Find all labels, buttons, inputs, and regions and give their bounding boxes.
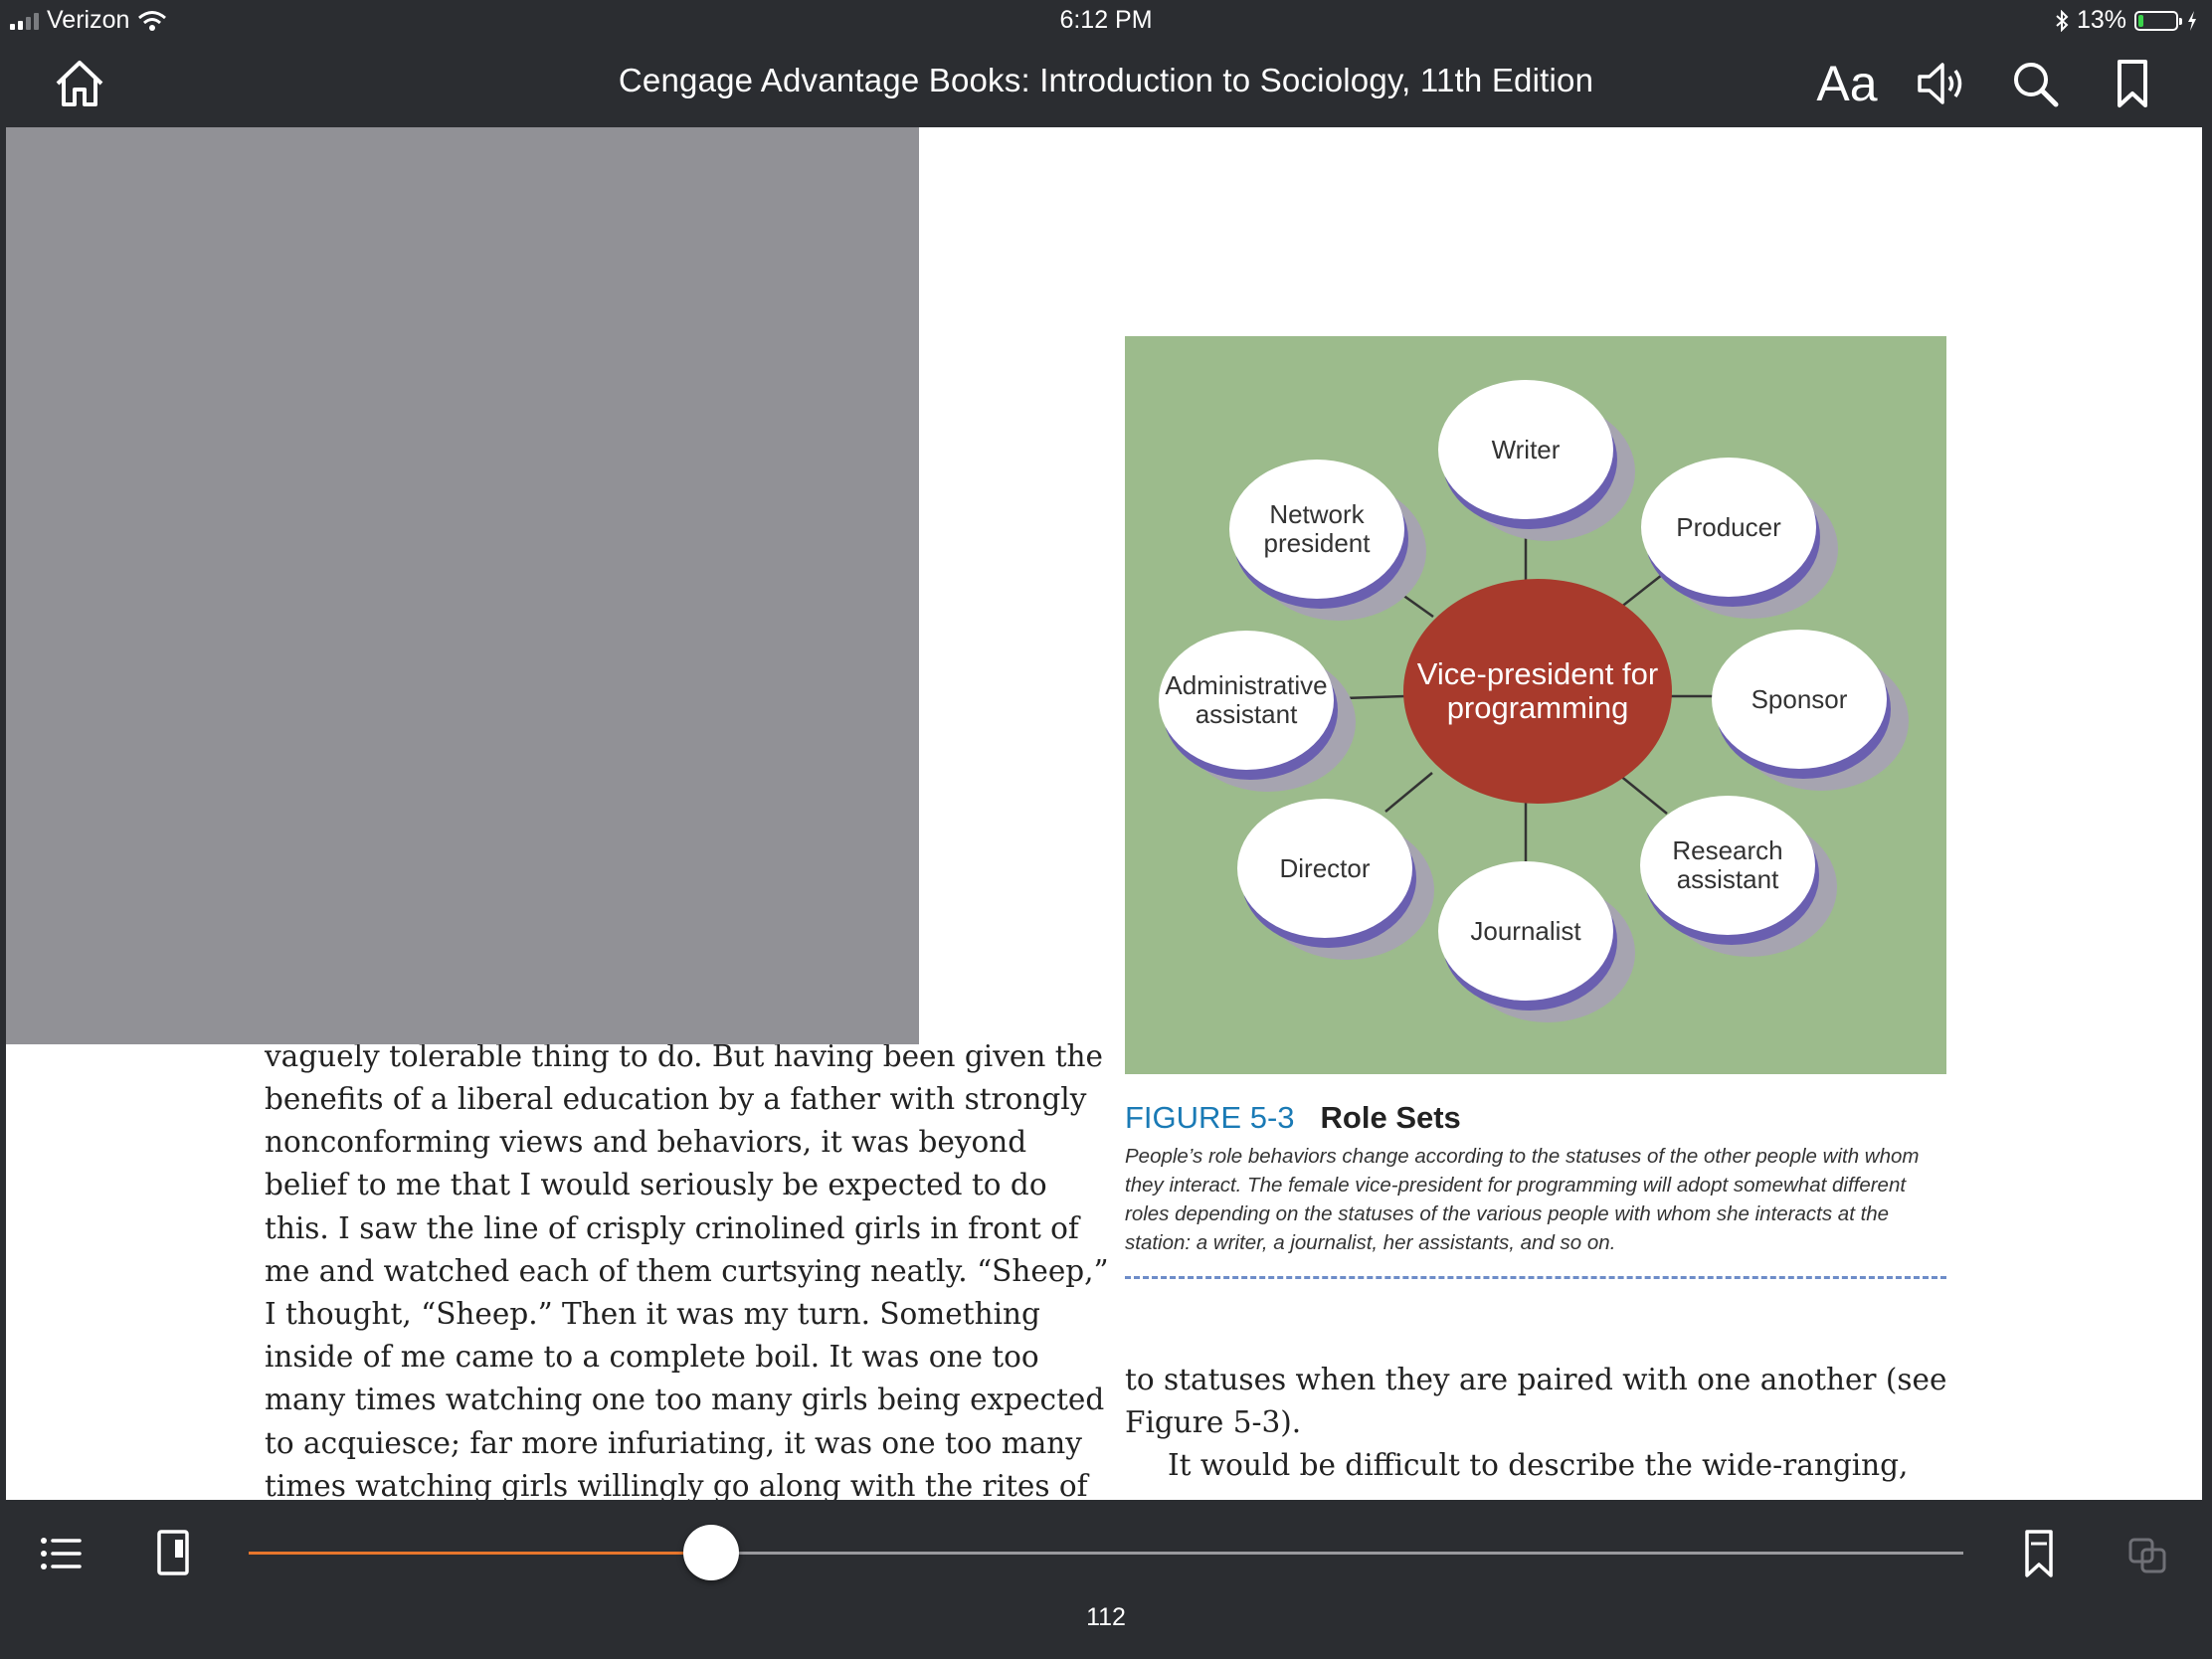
font-settings-button[interactable]: Aa xyxy=(1812,56,1882,111)
navigation-bar: 112 xyxy=(0,1500,2212,1659)
text-line: me and watched each of them curtsying ne… xyxy=(265,1253,1109,1288)
text-line: It would be difficult to describe the wi… xyxy=(1168,1448,1909,1483)
speaker-icon[interactable] xyxy=(1914,56,1967,111)
slider-progress xyxy=(249,1552,712,1555)
bookmark-icon[interactable] xyxy=(2115,56,2150,111)
text-line: Figure 5-3). xyxy=(1125,1405,1302,1440)
text-line: this. I saw the line of crisply crinolin… xyxy=(265,1210,1079,1245)
role-sets-diagram: Writer Producer Sponsor Research assista… xyxy=(1125,336,1946,1074)
role-producer: Producer xyxy=(1641,458,1816,597)
text-line: belief to me that I would seriously be e… xyxy=(265,1168,1047,1202)
text-line: nonconforming views and behaviors, it wa… xyxy=(265,1125,1027,1160)
figure-title: Role Sets xyxy=(1320,1100,1461,1135)
center-role: Vice-president for programming xyxy=(1403,579,1672,804)
role-journalist: Journalist xyxy=(1438,861,1613,1001)
role-director: Director xyxy=(1237,799,1412,938)
right-text-column: to statuses when they are paired with on… xyxy=(1125,1359,1946,1488)
role-network-president: Network president xyxy=(1229,460,1404,599)
bookmarks-list-icon[interactable] xyxy=(2011,1526,2067,1581)
role-sponsor: Sponsor xyxy=(1712,630,1887,769)
page-slider[interactable] xyxy=(249,1525,1963,1580)
charging-icon xyxy=(2188,10,2196,31)
copy-icon[interactable] xyxy=(2122,1526,2178,1581)
role-writer: Writer xyxy=(1438,380,1613,519)
slider-thumb[interactable] xyxy=(683,1525,740,1580)
figure-number: FIGURE 5-3 xyxy=(1125,1100,1295,1135)
redacted-overlay xyxy=(6,127,919,1044)
text-line: I thought, “Sheep.” Then it was my turn.… xyxy=(265,1297,1040,1332)
table-of-contents-icon[interactable] xyxy=(34,1526,90,1581)
role-research-assistant: Research assistant xyxy=(1640,796,1815,935)
battery-percent: 13% xyxy=(2076,6,2126,34)
text-line: times watching girls willingly go along … xyxy=(265,1468,1088,1500)
page-view-icon[interactable] xyxy=(145,1526,201,1581)
reader-toolbar: Cengage Advantage Books: Introduction to… xyxy=(0,40,2212,127)
text-line: to statuses when they are paired with on… xyxy=(1125,1363,1947,1396)
status-bar: Verizon 6:12 PM 13% xyxy=(0,0,2212,40)
search-icon[interactable] xyxy=(2011,56,2061,111)
text-line: to acquiesce; far more infuriating, it w… xyxy=(265,1425,1082,1460)
text-line: many times watching one too many girls b… xyxy=(265,1382,1105,1417)
text-line: inside of me came to a complete boil. It… xyxy=(265,1340,1039,1375)
figure-caption: FIGURE 5-3 Role Sets People’s role behavi… xyxy=(1125,1100,1950,1257)
text-line: benefits of a liberal education by a fat… xyxy=(265,1082,1087,1117)
figure-caption-text: People’s role behaviors change according… xyxy=(1125,1145,1920,1254)
clock: 6:12 PM xyxy=(1059,6,1153,34)
divider xyxy=(1125,1276,1946,1279)
page-number: 112 xyxy=(1086,1603,1126,1631)
bluetooth-icon xyxy=(2056,9,2069,32)
role-administrative-assistant: Administrative assistant xyxy=(1159,631,1334,770)
book-page[interactable]: r behav- ed those upposed e gloves, dren… xyxy=(6,127,2202,1500)
battery-icon xyxy=(2134,10,2182,31)
